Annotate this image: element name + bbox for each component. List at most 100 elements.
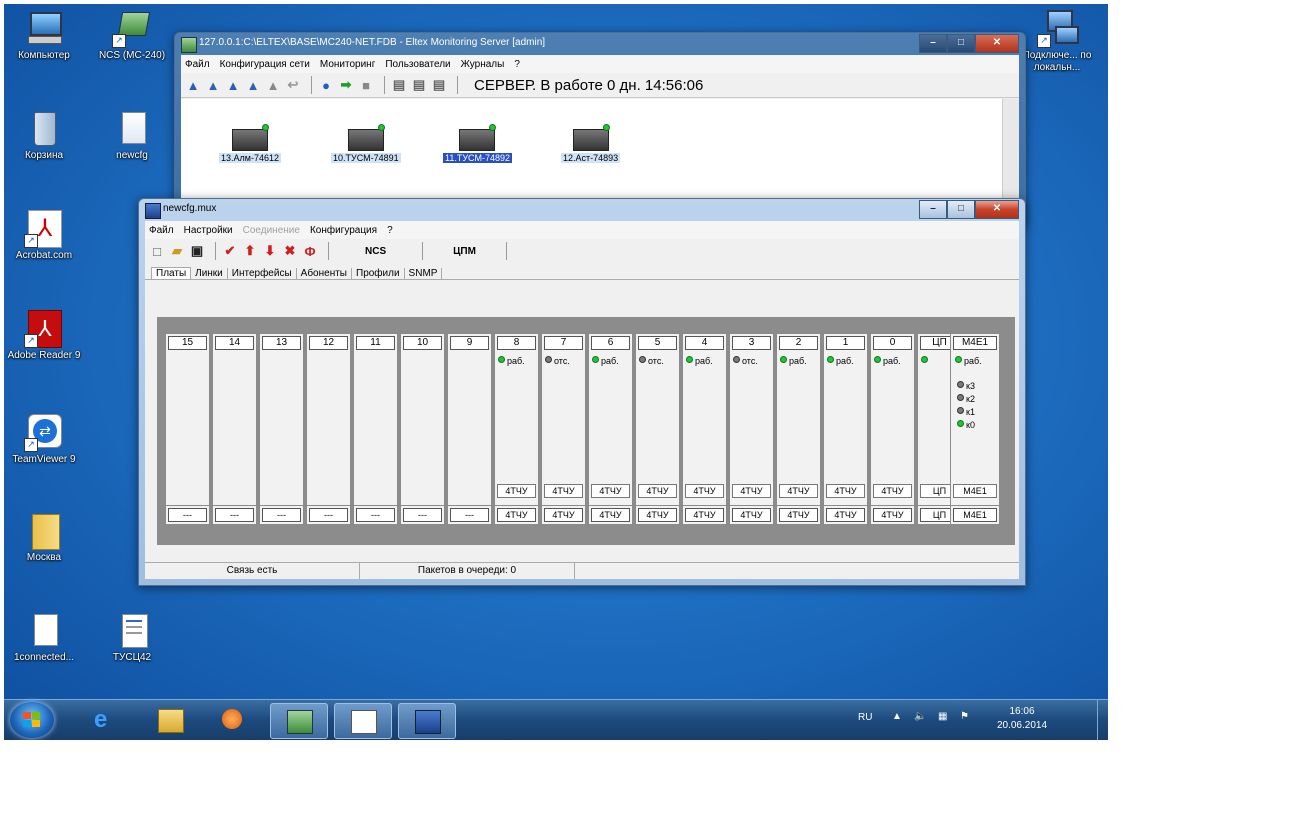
slot-card[interactable]: 15 --- bbox=[165, 333, 210, 525]
desktop-icon-acrobat-com[interactable]: ⅄ ↗ Acrobat.com bbox=[4, 210, 92, 262]
tab-subscribers[interactable]: Абоненты bbox=[297, 268, 352, 279]
slot-card[interactable]: 10 --- bbox=[400, 333, 445, 525]
mux-titlebar[interactable]: newcfg.mux – □ ✕ bbox=[139, 199, 1025, 221]
server-list-icon[interactable]: ▤ bbox=[391, 77, 407, 93]
desktop-icon-newcfg[interactable]: newcfg bbox=[94, 110, 170, 162]
desktop-icon-document[interactable]: ТУСЦ42 bbox=[94, 612, 170, 664]
minimize-button[interactable]: – bbox=[919, 200, 947, 219]
menu-settings[interactable]: Настройки bbox=[184, 225, 233, 236]
monitoring-server-window[interactable]: 127.0.0.1:C:\ELTEX\BASE\MC240-NET.FDB - … bbox=[174, 32, 1026, 226]
apply-check-icon[interactable]: ✔ bbox=[222, 243, 238, 259]
slot-card[interactable]: 14 --- bbox=[212, 333, 257, 525]
triangle-gray-icon[interactable]: ▲ bbox=[265, 77, 281, 93]
taskbar-mux[interactable] bbox=[398, 703, 456, 739]
undo-icon[interactable]: ↩ bbox=[285, 77, 301, 93]
slot-card[interactable]: 7 отс. 4ТЧУ 4ТЧУ bbox=[541, 333, 586, 525]
tab-interfaces[interactable]: Интерфейсы bbox=[228, 268, 297, 279]
clock[interactable]: 16:06 20.06.2014 bbox=[992, 705, 1052, 733]
start-button[interactable] bbox=[10, 702, 54, 738]
menu-file[interactable]: Файл bbox=[185, 59, 210, 70]
port-k0: к0 bbox=[957, 419, 975, 432]
device-node[interactable]: 13.Алм-74612 bbox=[219, 124, 281, 163]
slot-card[interactable]: 11 --- bbox=[353, 333, 398, 525]
menu-monitoring[interactable]: Мониторинг bbox=[320, 59, 375, 70]
info-icon[interactable]: ● bbox=[318, 77, 334, 93]
show-desktop-button[interactable] bbox=[1097, 700, 1108, 740]
desktop-icon-folder-moscow[interactable]: Москва bbox=[6, 512, 82, 564]
arrow-right-icon[interactable]: ➡ bbox=[338, 77, 354, 93]
desktop-icon-recycle-bin[interactable]: Корзина bbox=[6, 110, 82, 162]
slot-card[interactable]: 12 --- bbox=[306, 333, 351, 525]
download-arrow-icon[interactable]: ⬇ bbox=[262, 243, 278, 259]
taskbar-ie[interactable]: e bbox=[78, 703, 134, 737]
slot-card[interactable]: 8 раб. 4ТЧУ 4ТЧУ bbox=[494, 333, 539, 525]
m4e1-status: раб. bbox=[955, 356, 982, 366]
server-list-icon[interactable]: ▤ bbox=[411, 77, 427, 93]
new-file-icon[interactable]: □ bbox=[149, 243, 165, 259]
desktop-icon-computer[interactable]: Компьютер bbox=[6, 10, 82, 62]
upload-arrow-icon[interactable]: ⬆ bbox=[242, 243, 258, 259]
slot-card[interactable]: 0 раб. 4ТЧУ 4ТЧУ bbox=[870, 333, 915, 525]
m4e1-card[interactable]: М4Е1 раб. к3 к2 к1 к0 М4Е1 М4Е1 bbox=[950, 333, 1000, 525]
slot-card[interactable]: 13 --- bbox=[259, 333, 304, 525]
tab-boards[interactable]: Платы bbox=[151, 267, 192, 279]
minimize-button[interactable]: – bbox=[919, 34, 947, 53]
tab-snmp[interactable]: SNMP bbox=[405, 268, 443, 279]
reset-icon[interactable]: Ф bbox=[302, 243, 318, 259]
menu-help[interactable]: ? bbox=[387, 225, 393, 236]
device-node[interactable]: 12.Аст-74893 bbox=[561, 124, 621, 163]
action-center-icon[interactable]: ⚑ bbox=[960, 711, 969, 722]
taskbar-ncs[interactable] bbox=[270, 703, 328, 739]
delete-x-icon[interactable]: ✖ bbox=[282, 243, 298, 259]
device-node[interactable]: 11.ТУСМ-74892 bbox=[443, 124, 512, 163]
slot-status-label: раб. bbox=[507, 356, 525, 366]
maximize-button[interactable]: □ bbox=[947, 200, 975, 219]
show-hidden-icons-icon[interactable]: ▲ bbox=[892, 711, 902, 722]
ncs-button[interactable]: NCS bbox=[365, 246, 386, 257]
triangle-blue-icon[interactable]: ▲ bbox=[205, 77, 221, 93]
menu-connection[interactable]: Соединение bbox=[243, 225, 300, 236]
volume-icon[interactable]: 🔈 bbox=[914, 711, 926, 722]
menu-logs[interactable]: Журналы bbox=[461, 59, 505, 70]
slot-card[interactable]: 2 раб. 4ТЧУ 4ТЧУ bbox=[776, 333, 821, 525]
close-button[interactable]: ✕ bbox=[975, 34, 1019, 53]
tab-profiles[interactable]: Профили bbox=[352, 268, 405, 279]
menu-network-config[interactable]: Конфигурация сети bbox=[220, 59, 310, 70]
open-folder-icon[interactable]: ▰ bbox=[169, 243, 185, 259]
desktop-icon-teamviewer[interactable]: ⇄ ↗ TeamViewer 9 bbox=[4, 414, 92, 466]
taskbar-media-player[interactable] bbox=[206, 703, 262, 737]
device-node[interactable]: 10.ТУСМ-74891 bbox=[331, 124, 401, 163]
stop-icon[interactable]: ■ bbox=[358, 77, 374, 93]
server-list-icon[interactable]: ▤ bbox=[431, 77, 447, 93]
close-button[interactable]: ✕ bbox=[975, 200, 1019, 219]
taskbar-explorer[interactable] bbox=[142, 703, 198, 737]
desktop-icon-ncs[interactable]: ↗ NCS (MC-240) bbox=[94, 10, 170, 62]
menu-file[interactable]: Файл bbox=[149, 225, 174, 236]
triangle-blue-icon[interactable]: ▲ bbox=[185, 77, 201, 93]
tab-links[interactable]: Линки bbox=[191, 268, 228, 279]
mux-config-window[interactable]: newcfg.mux – □ ✕ Файл Настройки Соединен… bbox=[138, 198, 1026, 586]
slot-card[interactable]: 6 раб. 4ТЧУ 4ТЧУ bbox=[588, 333, 633, 525]
slot-card[interactable]: 9 --- bbox=[447, 333, 492, 525]
desktop-icon-1connected[interactable]: 1connected... bbox=[6, 612, 82, 664]
triangle-blue-icon[interactable]: ▲ bbox=[225, 77, 241, 93]
desktop-icon-adobe-reader[interactable]: ⅄ ↗ Adobe Reader 9 bbox=[6, 310, 82, 362]
device-icon bbox=[459, 124, 497, 151]
cpm-button[interactable]: ЦПМ bbox=[453, 246, 476, 257]
monitoring-titlebar[interactable]: 127.0.0.1:C:\ELTEX\BASE\MC240-NET.FDB - … bbox=[175, 33, 1025, 55]
device-icon bbox=[231, 124, 269, 151]
triangle-blue-icon[interactable]: ▲ bbox=[245, 77, 261, 93]
slot-card[interactable]: 4 раб. 4ТЧУ 4ТЧУ bbox=[682, 333, 727, 525]
language-indicator[interactable]: RU bbox=[858, 712, 872, 723]
slot-card[interactable]: 3 отс. 4ТЧУ 4ТЧУ bbox=[729, 333, 774, 525]
taskbar-reader[interactable] bbox=[334, 703, 392, 739]
maximize-button[interactable]: □ bbox=[947, 34, 975, 53]
network-icon[interactable]: ▦ bbox=[938, 711, 947, 722]
slot-card[interactable]: 1 раб. 4ТЧУ 4ТЧУ bbox=[823, 333, 868, 525]
menu-users[interactable]: Пользователи bbox=[385, 59, 450, 70]
save-icon[interactable]: ▣ bbox=[189, 243, 205, 259]
slot-status-label: раб. bbox=[601, 356, 619, 366]
menu-configuration[interactable]: Конфигурация bbox=[310, 225, 377, 236]
slot-card[interactable]: 5 отс. 4ТЧУ 4ТЧУ bbox=[635, 333, 680, 525]
menu-help[interactable]: ? bbox=[514, 59, 520, 70]
